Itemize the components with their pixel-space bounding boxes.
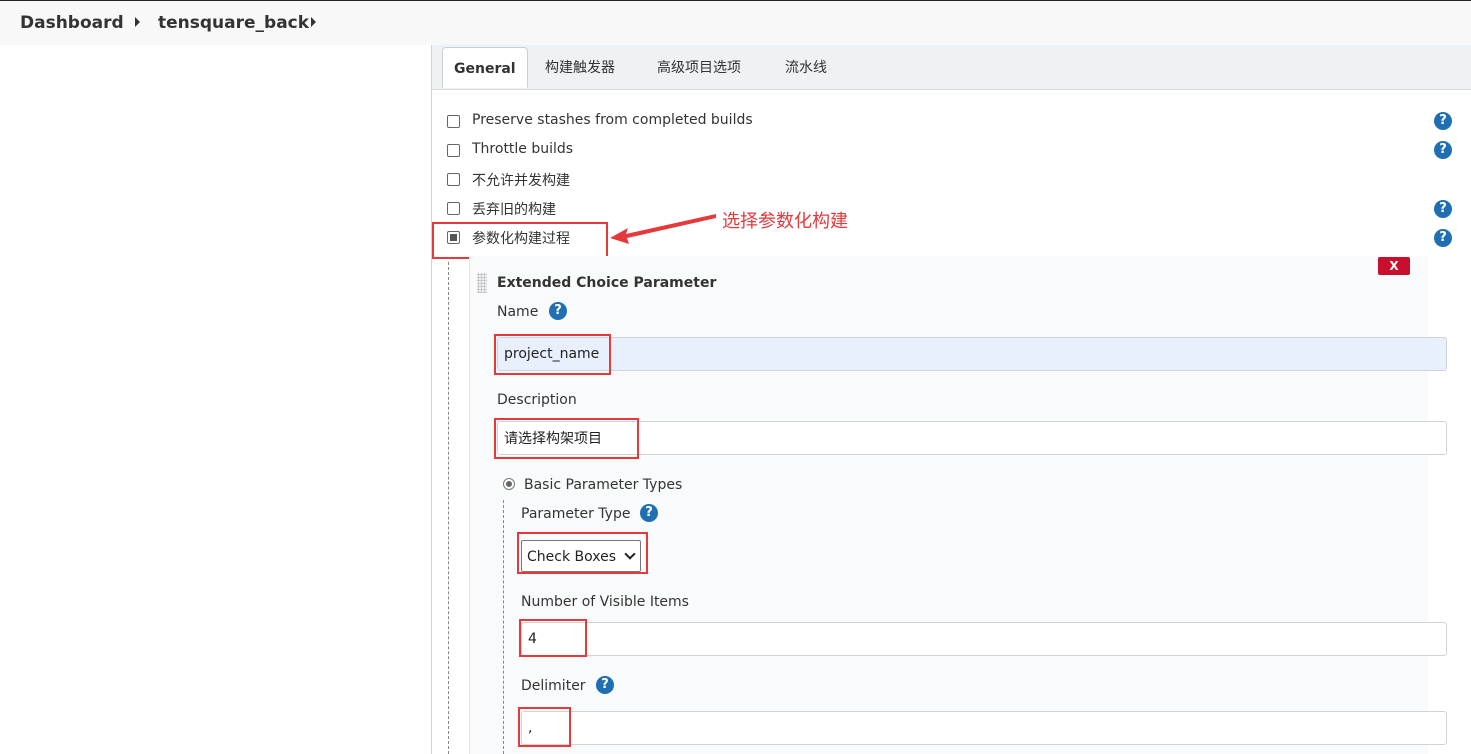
tab-build-triggers[interactable]: 构建触发器 (545, 57, 615, 77)
select-value: Check Boxes (527, 549, 617, 565)
option-label: 丢弃旧的构建 (472, 202, 556, 218)
help-icon[interactable]: ? (640, 504, 658, 522)
option-label: Throttle builds (472, 141, 574, 157)
radio-basic-types[interactable] (503, 478, 515, 490)
parameter-type-label: Parameter Type (521, 506, 631, 522)
option-label: 不允许并发构建 (472, 173, 570, 189)
parameter-panel (469, 256, 1428, 754)
tab-general[interactable]: General (442, 47, 528, 88)
option-label: Preserve stashes from completed builds (472, 112, 753, 128)
delimiter-label: Delimiter (521, 678, 586, 694)
help-icon[interactable]: ? (1434, 229, 1452, 247)
breadcrumb-dashboard[interactable]: Dashboard (20, 13, 124, 33)
help-icon[interactable]: ? (1434, 141, 1452, 159)
annotation-text: 选择参数化构建 (722, 211, 848, 232)
visible-items-input[interactable] (521, 622, 1447, 656)
checkbox[interactable] (447, 115, 460, 128)
tab-pipeline[interactable]: 流水线 (785, 57, 827, 77)
description-label: Description (497, 392, 577, 408)
help-icon[interactable]: ? (549, 302, 567, 320)
description-input[interactable] (497, 421, 1447, 455)
checkbox[interactable] (447, 173, 460, 186)
checkbox[interactable] (447, 144, 460, 157)
checkbox-checked[interactable] (447, 231, 460, 244)
drag-handle-icon[interactable] (477, 273, 487, 293)
breadcrumb: Dashboard tensquare_back (0, 1, 1471, 45)
option-label: 参数化构建过程 (472, 231, 570, 247)
nesting-guide (503, 500, 504, 754)
help-icon[interactable]: ? (596, 676, 614, 694)
breadcrumb-job[interactable]: tensquare_back (158, 13, 309, 33)
parameter-type-select[interactable]: Check Boxes (521, 540, 641, 572)
nesting-guide (448, 262, 449, 754)
breadcrumb-chevron-icon[interactable] (135, 17, 140, 27)
tab-advanced-options[interactable]: 高级项目选项 (657, 57, 741, 77)
tab-bar: General 构建触发器 高级项目选项 流水线 (432, 45, 1471, 90)
breadcrumb-chevron-icon[interactable] (311, 17, 316, 27)
name-label: Name (497, 304, 539, 320)
basic-types-label: Basic Parameter Types (524, 477, 683, 493)
chevron-down-icon (624, 548, 636, 560)
delete-parameter-button[interactable]: X (1378, 257, 1410, 275)
visible-items-label: Number of Visible Items (521, 594, 689, 610)
delimiter-input[interactable] (521, 711, 1447, 745)
help-icon[interactable]: ? (1434, 112, 1452, 130)
name-input[interactable] (497, 337, 1447, 371)
annotation-arrow-icon (610, 214, 716, 244)
checkbox[interactable] (447, 202, 460, 215)
help-icon[interactable]: ? (1434, 200, 1452, 218)
parameter-title: Extended Choice Parameter (497, 275, 717, 291)
